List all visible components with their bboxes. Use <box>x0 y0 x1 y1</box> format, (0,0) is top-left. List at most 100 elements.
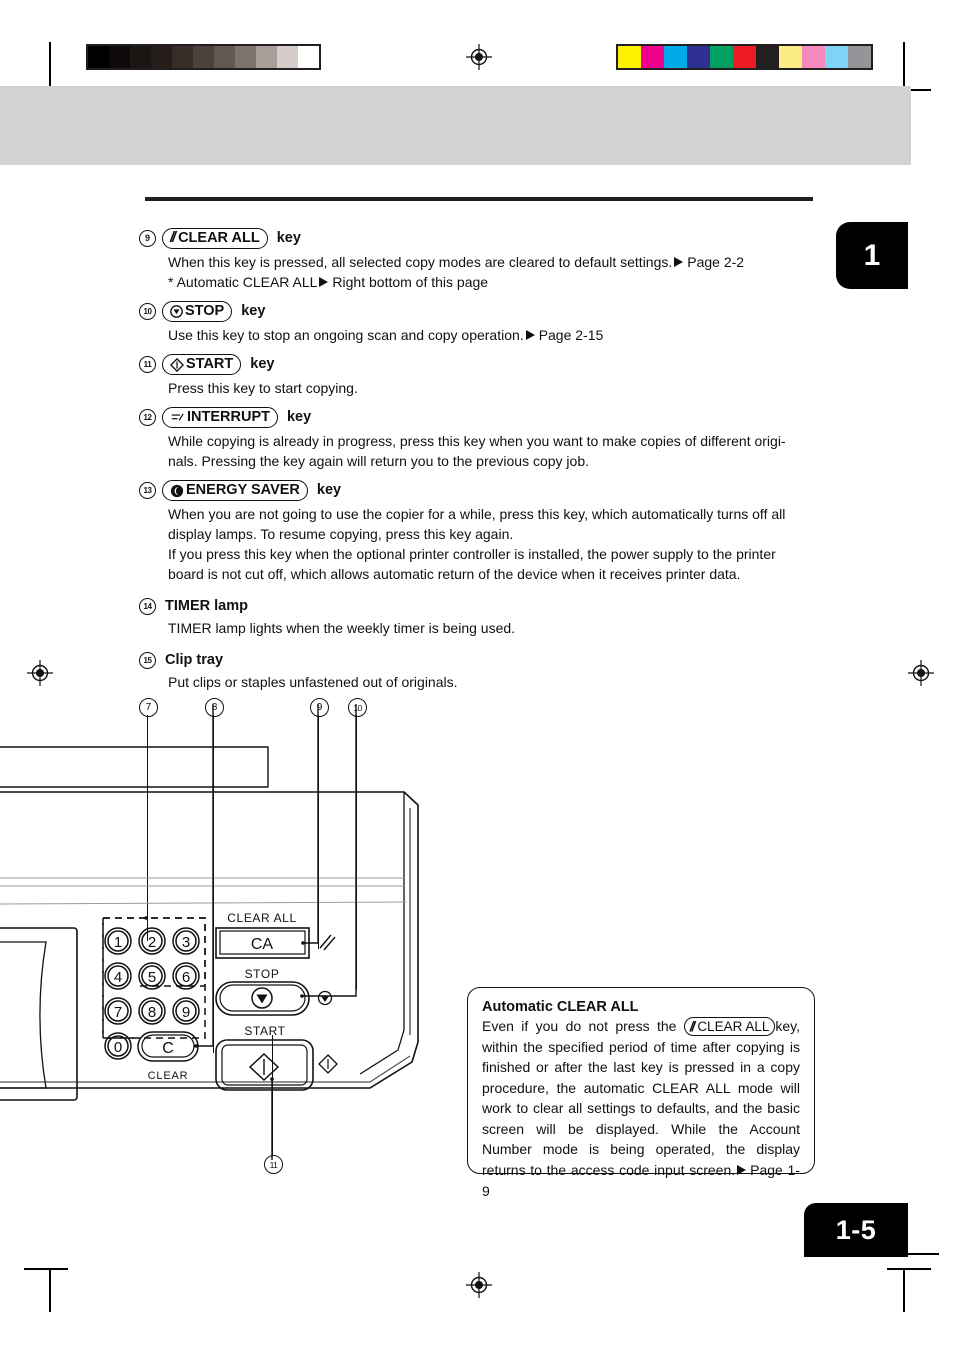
keypad-key-5: 5 <box>148 969 156 986</box>
key-capsule-label: INTERRUPT <box>187 409 270 426</box>
grayscale-swatch-10 <box>298 46 319 68</box>
crop-mark-bottom-right-v <box>903 1268 905 1312</box>
grayscale-swatch-7 <box>235 46 256 68</box>
page-number-tab: 1-5 <box>804 1203 908 1257</box>
copier-illustration: 1 2 3 4 5 6 7 8 9 0 C CLEAR CLEAR ALL CA… <box>0 690 470 1200</box>
key-capsule-label: CLEAR ALL <box>697 1019 770 1034</box>
grayscale-swatch-0 <box>88 46 109 68</box>
key-word: key <box>250 356 275 373</box>
callout-number: 13 <box>139 482 156 500</box>
callout-number: 11 <box>139 356 156 374</box>
crop-mark-top-left-v <box>49 42 51 86</box>
entry-timer-lamp: 14 TIMER lamp TIMER lamp lights when the… <box>139 598 829 638</box>
color-swatch-2 <box>664 46 687 68</box>
clear-all-key: CLEAR ALL CA <box>215 911 336 959</box>
start-diamond-icon <box>170 357 184 372</box>
page-ref: Page 2-2 <box>687 254 745 270</box>
color-swatch-3 <box>687 46 710 68</box>
grayscale-swatch-9 <box>277 46 298 68</box>
text-line: When this key is pressed, all selected c… <box>168 252 829 272</box>
grayscale-swatch-2 <box>130 46 151 68</box>
callout-number: 14 <box>139 598 156 616</box>
entry-interrupt: 12 INTERRUPT key While copying is alread… <box>139 407 829 471</box>
body-content: 9 //CLEAR ALL key When this key is press… <box>139 228 829 701</box>
key-capsule-start: START <box>162 354 242 376</box>
grayscale-swatch-3 <box>151 46 172 68</box>
key-capsule-label: STOP <box>185 303 225 320</box>
key-word: key <box>286 409 312 426</box>
start-key: START <box>215 1024 338 1091</box>
grayscale-swatch-1 <box>109 46 130 68</box>
page-number-label: 1-5 <box>835 1214 877 1245</box>
stop-key: STOP <box>215 967 333 1016</box>
manual-page: 1 9 //CLEAR ALL key When this key is pre… <box>0 0 954 1351</box>
key-capsule-interrupt: INTERRUPT <box>162 407 278 429</box>
entry-heading: 13 ENERGY SAVER key <box>139 480 829 502</box>
color-swatch-9 <box>825 46 848 68</box>
color-calibration-bar <box>616 44 873 70</box>
svg-text:C: C <box>162 1040 174 1057</box>
grayscale-swatch-8 <box>256 46 277 68</box>
keypad-key-1: 1 <box>114 934 122 951</box>
entry-heading: 12 INTERRUPT key <box>139 407 829 429</box>
grayscale-swatch-5 <box>193 46 214 68</box>
entry-title: TIMER lamp <box>165 598 248 615</box>
registration-mark-right <box>908 660 934 686</box>
grayscale-swatch-6 <box>214 46 235 68</box>
automatic-clear-all-note: Automatic CLEAR ALL Even if you do not p… <box>467 987 815 1199</box>
copier-panel-drawing: 1 2 3 4 5 6 7 8 9 0 C CLEAR CLEAR ALL CA… <box>0 704 419 1160</box>
note-title: Automatic CLEAR ALL <box>482 999 639 1015</box>
entry-description: When you are not going to use the copier… <box>168 504 829 584</box>
entry-description: Press this key to start copying. <box>168 378 829 398</box>
entry-title: Clip tray <box>165 652 224 669</box>
key-word: key <box>316 482 342 499</box>
section-rule <box>145 197 813 201</box>
clear-key: C CLEAR <box>137 1031 199 1082</box>
chapter-tab-label: 1 <box>863 238 881 272</box>
page-ref: Right bottom of this page <box>332 274 489 291</box>
color-swatch-10 <box>848 46 871 68</box>
color-swatch-4 <box>710 46 733 68</box>
color-swatch-0 <box>618 46 641 68</box>
key-capsule-label: START <box>186 356 234 373</box>
svg-text:START: START <box>244 1024 285 1038</box>
crop-mark-top-right-v <box>903 42 905 86</box>
svg-text:STOP: STOP <box>245 967 280 981</box>
color-swatch-8 <box>802 46 825 68</box>
grayscale-calibration-bar <box>86 44 321 70</box>
arrow-icon <box>674 257 684 268</box>
callout-number: 9 <box>139 230 156 247</box>
keypad-key-3: 3 <box>182 934 190 951</box>
callout-number: 10 <box>139 303 156 321</box>
text-line: Use this key to stop an ongoing scan and… <box>168 325 829 345</box>
note-body: Even if you do not press the //CLEAR ALL… <box>482 1016 800 1201</box>
entry-stop: 10 STOP key Use this key to stop an ongo… <box>139 301 829 345</box>
key-capsule-stop: STOP <box>162 301 233 323</box>
key-capsule-clear-all: //CLEAR ALL <box>162 228 268 249</box>
entry-description: When this key is pressed, all selected c… <box>168 252 829 292</box>
keypad-key-8: 8 <box>148 1004 156 1021</box>
entry-energy-saver: 13 ENERGY SAVER key When you are not goi… <box>139 480 829 584</box>
callout-number: 15 <box>139 652 156 670</box>
keypad-key-4: 4 <box>114 969 122 986</box>
note-text-before: Even if you do not press the <box>482 1018 677 1034</box>
svg-text:CLEAR: CLEAR <box>148 1070 189 1082</box>
svg-text:CA: CA <box>251 936 274 953</box>
text-line: Press this key to start copying. <box>168 380 358 397</box>
entry-heading: 10 STOP key <box>139 301 829 323</box>
key-word: key <box>276 230 301 247</box>
entry-clip-tray: 15 Clip tray Put clips or staples unfast… <box>139 652 829 692</box>
text-line: board is not cut off, which allows autom… <box>168 566 741 583</box>
slashes-icon: // <box>689 1019 695 1034</box>
color-swatch-1 <box>641 46 664 68</box>
entry-description: While copying is already in progress, pr… <box>168 431 829 471</box>
keypad-key-2: 2 <box>148 934 156 951</box>
key-word: key <box>241 303 266 320</box>
desc-text: Use this key to stop an ongoing scan and… <box>168 327 524 344</box>
svg-text:CLEAR ALL: CLEAR ALL <box>227 911 296 925</box>
keypad-key-0: 0 <box>114 1039 122 1056</box>
arrow-icon <box>737 1165 747 1176</box>
entry-heading: 15 Clip tray <box>139 652 829 670</box>
crop-mark-bottom-left-h <box>24 1268 68 1270</box>
text-line: nals. Pressing the key again will return… <box>168 453 590 470</box>
